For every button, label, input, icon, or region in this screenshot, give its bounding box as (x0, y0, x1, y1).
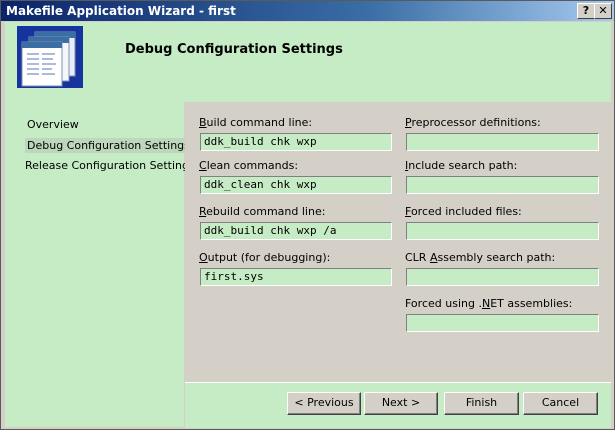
help-button[interactable]: ? (577, 3, 595, 19)
nav-item-release-configuration[interactable]: Release Configuration Settings (23, 158, 197, 173)
clean-commands-label: Clean commands: (199, 159, 299, 172)
output-field[interactable]: first.sys (200, 268, 392, 286)
next-button[interactable]: Next > (364, 392, 438, 415)
include-search-path-label: Include search path: (405, 159, 518, 172)
window-title: Makefile Application Wizard - first (6, 4, 236, 18)
forced-included-files-label: Forced included files: (405, 205, 522, 218)
forced-using-net-assemblies-field[interactable] (406, 314, 599, 332)
wizard-pages-icon (17, 26, 83, 88)
close-button[interactable]: ✕ (594, 3, 612, 19)
rebuild-command-label: Rebuild command line: (199, 205, 326, 218)
cancel-button[interactable]: Cancel (523, 392, 598, 415)
title-bar[interactable]: Makefile Application Wizard - first ? ✕ (1, 1, 614, 21)
nav-item-debug-configuration[interactable]: Debug Configuration Settings (25, 138, 192, 153)
output-label: Output (for debugging): (199, 251, 331, 264)
finish-button[interactable]: Finish (444, 392, 519, 415)
build-command-field[interactable]: ddk_build chk wxp (200, 133, 392, 151)
wizard-window: Makefile Application Wizard - first ? ✕ (0, 0, 615, 430)
previous-button[interactable]: < Previous (287, 392, 361, 415)
nav-item-overview[interactable]: Overview (25, 117, 81, 132)
forced-using-net-assemblies-label: Forced using .NET assemblies: (405, 297, 573, 310)
clr-assembly-search-path-label: CLR Assembly search path: (405, 251, 556, 264)
clean-commands-field[interactable]: ddk_clean chk wxp (200, 176, 392, 194)
include-search-path-field[interactable] (406, 176, 599, 194)
wizard-nav: Overview Debug Configuration Settings Re… (5, 102, 195, 427)
clr-assembly-search-path-field[interactable] (406, 268, 599, 286)
page-title: Debug Configuration Settings (125, 42, 343, 57)
rebuild-command-field[interactable]: ddk_build chk wxp /a (200, 222, 392, 240)
settings-panel: Build command line: ddk_build chk wxp Cl… (185, 102, 611, 381)
build-command-label: Build command line: (199, 116, 313, 129)
wizard-header: Debug Configuration Settings (5, 22, 611, 102)
preprocessor-definitions-field[interactable] (406, 133, 599, 151)
preprocessor-definitions-label: Preprocessor definitions: (405, 116, 541, 129)
forced-included-files-field[interactable] (406, 222, 599, 240)
